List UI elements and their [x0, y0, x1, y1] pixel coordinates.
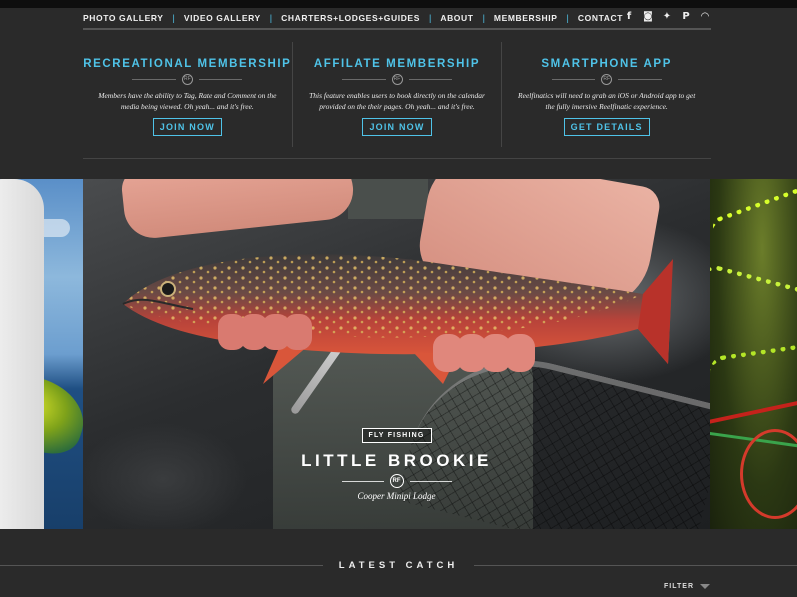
membership-description: Reelfinatics will need to grab an iOS or… — [518, 91, 696, 111]
membership-title: RECREATIONAL MEMBERSHIP — [83, 58, 292, 70]
angler-image — [0, 179, 44, 529]
logo-emblem-icon: RF — [389, 474, 404, 488]
nav-separator: | — [566, 13, 569, 23]
divider: RF — [551, 74, 662, 85]
divider: RF — [342, 74, 452, 85]
nav-separator: | — [428, 13, 432, 23]
membership-recreational: RECREATIONAL MEMBERSHIP RF Members have … — [83, 42, 292, 147]
nav-separator: | — [482, 13, 485, 23]
instagram-icon[interactable]: ◙ — [642, 11, 654, 23]
filter-label[interactable]: FILTER — [664, 583, 694, 590]
membership-description: This feature enables users to book direc… — [309, 91, 485, 111]
latest-catch-header: LATEST CATCH — [0, 560, 797, 571]
smartphone-app: SMARTPHONE APP RF Reelfinatics will need… — [501, 42, 711, 147]
nav-membership[interactable]: MEMBERSHIP — [494, 13, 558, 23]
nav-about[interactable]: ABOUT — [440, 13, 473, 23]
slide-title[interactable]: LITTLE BROOKIE — [83, 451, 710, 471]
logo-emblem-icon: RF — [601, 74, 613, 85]
divider: RF — [132, 74, 243, 85]
top-bar — [0, 0, 797, 8]
membership-affiliate: AFFILATE MEMBERSHIP RF This feature enab… — [291, 42, 502, 147]
join-now-button[interactable]: JOIN NOW — [152, 118, 222, 136]
get-details-button[interactable]: GET DETAILS — [563, 118, 650, 136]
slide-previous[interactable] — [0, 179, 83, 529]
nav-contact[interactable]: CONTACT — [578, 13, 623, 23]
nav-links: PHOTO GALLERY | VIDEO GALLERY | CHARTERS… — [83, 13, 623, 23]
brook-trout-image — [122, 254, 673, 384]
nav-video-gallery[interactable]: VIDEO GALLERY — [184, 13, 261, 23]
main-nav: PHOTO GALLERY | VIDEO GALLERY | CHARTERS… — [83, 8, 711, 30]
membership-title: SMARTPHONE APP — [541, 58, 672, 70]
section-title: LATEST CATCH — [338, 560, 459, 571]
logo-emblem-icon: RF — [181, 74, 193, 85]
divider: RF — [341, 474, 452, 488]
pinterest-icon[interactable]: P — [680, 11, 692, 23]
nav-separator: | — [269, 13, 273, 23]
logo-emblem-icon: RF — [391, 74, 403, 85]
nav-photo-gallery[interactable]: PHOTO GALLERY — [83, 13, 164, 23]
social-links: f ◙ ✦ P ◠ — [623, 11, 711, 23]
membership-panel: RECREATIONAL MEMBERSHIP RF Members have … — [83, 42, 711, 147]
nav-separator: | — [172, 13, 175, 23]
slide-location[interactable]: Cooper Minipi Lodge — [83, 491, 710, 501]
membership-description: Members have the ability to Tag, Rate an… — [98, 91, 277, 111]
slide-caption: FLY FISHING LITTLE BROOKIE RF Cooper Min… — [83, 424, 710, 501]
section-divider — [83, 158, 711, 159]
category-badge[interactable]: FLY FISHING — [361, 428, 432, 443]
filter-dropdown[interactable]: FILTER — [664, 583, 710, 590]
latest-catch-section: LATEST CATCH FILTER — [0, 529, 797, 597]
twitter-icon[interactable]: ✦ — [661, 11, 673, 23]
rss-icon[interactable]: ◠ — [699, 11, 711, 23]
membership-title: AFFILATE MEMBERSHIP — [313, 58, 481, 70]
chevron-down-icon[interactable] — [700, 584, 710, 589]
join-now-button[interactable]: JOIN NOW — [362, 118, 432, 136]
slide-next[interactable] — [710, 179, 797, 529]
facebook-icon[interactable]: f — [623, 11, 635, 23]
nav-charters-lodges-guides[interactable]: CHARTERS+LODGES+GUIDES — [281, 13, 420, 23]
